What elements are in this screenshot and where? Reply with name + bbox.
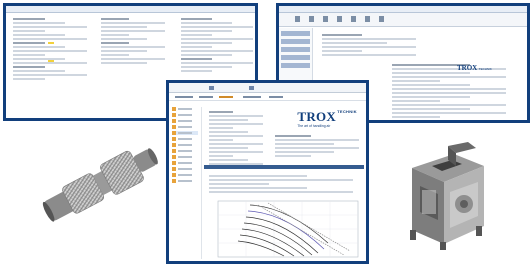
fan-curve-chart [217, 200, 359, 258]
brand-logo: TROXTECHNIK The art of handling air [297, 109, 357, 128]
right-content-list [319, 32, 419, 58]
folder-icon[interactable] [172, 155, 198, 159]
folder-icon[interactable] [172, 113, 198, 117]
datasheet-address-block [272, 133, 362, 159]
left-form-column-3 [178, 16, 255, 74]
toolbar-icon[interactable] [365, 16, 370, 22]
right-window-titlebar [279, 6, 527, 13]
toolbar-icon[interactable] [379, 16, 384, 22]
folder-icon[interactable] [172, 131, 198, 135]
center-application-window: TROXTECHNIK The art of handling air [166, 80, 369, 264]
folder-icon[interactable] [172, 179, 198, 183]
center-window-titlebar [169, 83, 366, 93]
folder-icon[interactable] [172, 125, 198, 129]
datasheet-section-header [204, 165, 364, 169]
toolbar-icon[interactable] [323, 16, 328, 22]
left-yellow-markers [46, 34, 76, 70]
datasheet-table [206, 173, 356, 195]
left-window-titlebar [6, 6, 255, 13]
toolbar-icon[interactable] [337, 16, 342, 22]
folder-icon[interactable] [172, 161, 198, 165]
folder-icon[interactable] [172, 137, 198, 141]
folder-icon[interactable] [172, 107, 198, 111]
right-brand-logo: TROX TECHNIK [457, 64, 492, 72]
center-tab-strip [169, 93, 366, 101]
box-fan-icon [410, 142, 484, 250]
folder-icon[interactable] [172, 143, 198, 147]
left-form-column-2 [98, 16, 168, 66]
cylindrical-fan-icon [42, 148, 158, 222]
ribbon-toolbar [279, 13, 527, 27]
toolbar-icon[interactable] [309, 16, 314, 22]
datasheet-info-block [206, 109, 266, 167]
toolbar-icon[interactable] [351, 16, 356, 22]
toolbar-icon[interactable] [209, 86, 214, 90]
folder-icon[interactable] [172, 173, 198, 177]
folder-icon[interactable] [172, 119, 198, 123]
project-tree [172, 107, 198, 185]
datasheet-document: TROXTECHNIK The art of handling air [201, 107, 364, 259]
folder-icon[interactable] [172, 149, 198, 153]
toolbar-icon[interactable] [249, 86, 254, 90]
folder-icon[interactable] [172, 167, 198, 171]
toolbar-icon[interactable] [295, 16, 300, 22]
